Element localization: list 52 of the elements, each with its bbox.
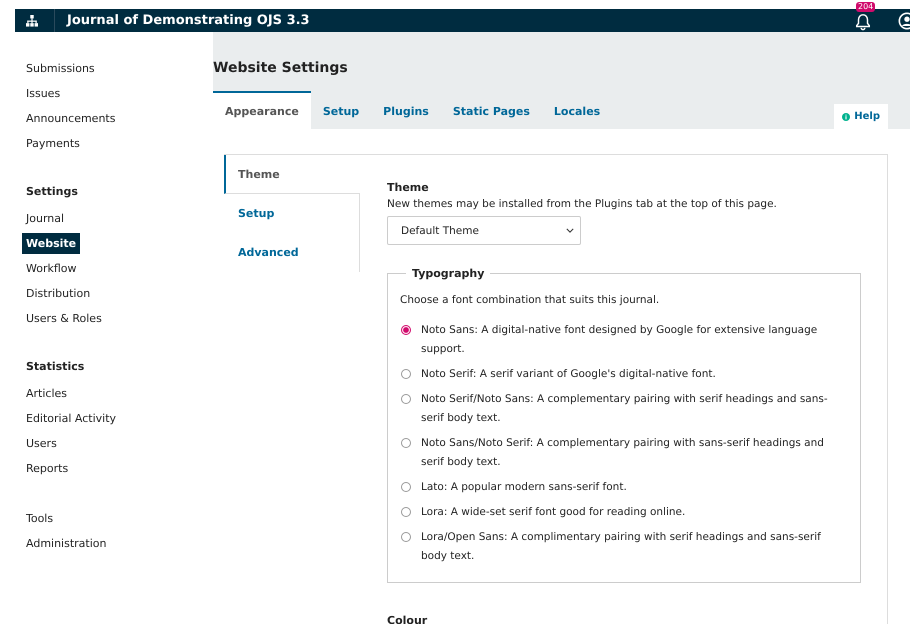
option-label: Lora/Open Sans: A complimentary pairing with serif headings and sans-serif body text. — [421, 530, 822, 564]
option-label: Lora: A wide-set serif font good for reading online. — [421, 505, 686, 520]
option-label: Noto Serif/Noto Sans: A complementary pairing with serif headings and sans-serif body text. — [421, 392, 829, 426]
tab[interactable]: Static Pages — [440, 91, 542, 129]
radio-button[interactable] — [401, 438, 411, 448]
sidebar-item[interactable]: Tools — [22, 508, 58, 529]
tab[interactable]: Plugins — [371, 91, 441, 129]
sidebar-item[interactable]: Articles — [22, 383, 72, 404]
sidebar-item[interactable]: Workflow — [22, 258, 81, 279]
sidebar-item[interactable]: Journal — [22, 208, 68, 229]
tab[interactable]: Appearance — [213, 91, 311, 129]
help-button[interactable]: Help — [834, 104, 888, 129]
radio-button[interactable] — [401, 532, 411, 542]
sidebar-item[interactable]: Editorial Activity — [22, 408, 120, 429]
notification-badge: 204 — [856, 2, 876, 12]
radio-button[interactable] — [401, 394, 411, 404]
field-description: New themes may be installed from the Plugins tab at the top of this page. — [387, 197, 778, 212]
sidebar-item[interactable]: Announcements — [22, 108, 120, 129]
sidebar-item[interactable]: Reports — [22, 458, 72, 479]
sidebar-item[interactable]: Issues — [22, 83, 64, 104]
radio-button[interactable] — [401, 325, 411, 335]
option-label: Noto Sans: A digital-native font designed by Google for extensive language support. — [421, 323, 818, 357]
tab[interactable]: Setup — [310, 91, 372, 129]
option-label: Noto Serif: A serif variant of Google's digital-native font. — [421, 367, 716, 382]
sitemap-icon[interactable] — [26, 14, 38, 26]
bell-icon[interactable] — [854, 12, 872, 30]
sidebar-item[interactable]: Distribution — [22, 283, 94, 304]
sidebar-heading: Statistics — [25, 359, 86, 375]
sidebar-item[interactable]: Website — [22, 233, 80, 254]
sidebar-item[interactable]: Payments — [22, 133, 84, 154]
radio-button[interactable] — [401, 482, 411, 492]
chevron-icon — [566, 228, 574, 233]
info-icon — [842, 112, 850, 120]
side-tab[interactable]: Theme — [224, 155, 360, 194]
option-label: Lato: A popular modern sans-serif font. — [421, 480, 627, 495]
sidebar-item[interactable]: Submissions — [22, 58, 99, 79]
field-label: Colour — [387, 613, 428, 624]
side-tab[interactable]: Advanced — [224, 233, 360, 272]
tab[interactable]: Locales — [542, 91, 612, 129]
fieldset-legend: Typography — [406, 267, 490, 280]
side-tab[interactable]: Setup — [224, 194, 360, 233]
sidebar-heading: Settings — [25, 184, 79, 200]
page-title: Website Settings — [213, 59, 349, 77]
theme-select[interactable]: Default Theme — [387, 216, 581, 245]
sidebar-item[interactable]: Administration — [22, 533, 110, 554]
radio-button[interactable] — [401, 369, 411, 379]
radio-button[interactable] — [401, 507, 411, 517]
field-label: Theme — [387, 180, 430, 196]
sidebar-item[interactable]: Users — [22, 433, 61, 454]
sidebar-item[interactable]: Users & Roles — [22, 308, 106, 329]
fieldset-description: Choose a font combination that suits this journal. — [400, 293, 660, 308]
option-label: Noto Sans/Noto Serif: A complementary pairing with sans-serif headings and serif body text. — [421, 436, 825, 470]
